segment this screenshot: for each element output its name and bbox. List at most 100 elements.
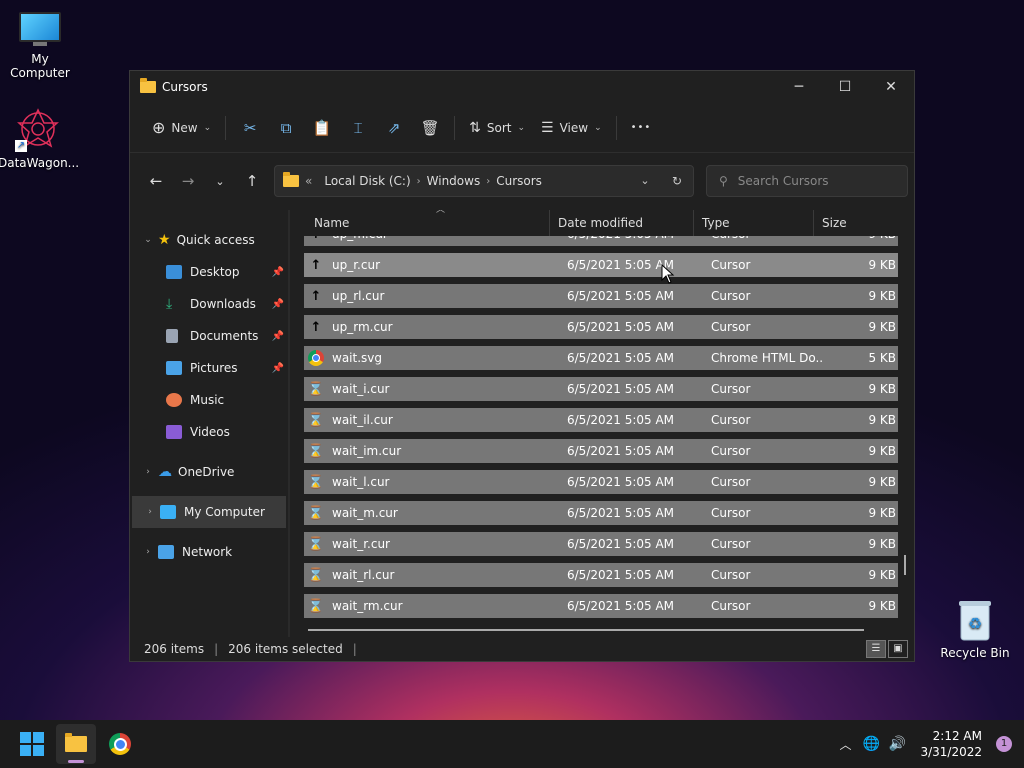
- table-row[interactable]: wait.svg 6/5/2021 5:05 AM Chrome HTML Do..…: [304, 346, 898, 370]
- search-input[interactable]: [737, 174, 888, 188]
- desktop-icon-datawagon[interactable]: ↗ DataWagon...: [0, 106, 79, 170]
- nav-item-documents[interactable]: Documents 📌: [130, 320, 288, 352]
- clock[interactable]: 2:12 AM 3/31/2022: [920, 728, 982, 760]
- taskbar-chrome[interactable]: [100, 724, 140, 764]
- music-icon: [166, 393, 182, 407]
- nav-item-videos[interactable]: Videos: [130, 416, 288, 448]
- cell-name: ⌛ wait_l.cur: [304, 474, 562, 490]
- nav-label: Videos: [190, 425, 230, 439]
- nav-item-music[interactable]: Music: [130, 384, 288, 416]
- table-row[interactable]: ↑ up_rm.cur 6/5/2021 5:05 AM Cursor 9 KB: [304, 315, 898, 339]
- table-row[interactable]: ⌛ wait_il.cur 6/5/2021 5:05 AM Cursor 9 KB: [304, 408, 898, 432]
- table-row[interactable]: ↑ up_rl.cur 6/5/2021 5:05 AM Cursor 9 KB: [304, 284, 898, 308]
- table-row[interactable]: ⌛ wait_m.cur 6/5/2021 5:05 AM Cursor 9 KB: [304, 501, 898, 525]
- table-row[interactable]: ⌛ wait_r.cur 6/5/2021 5:05 AM Cursor 9 KB: [304, 532, 898, 556]
- address-bar[interactable]: « Local Disk (C:) › Windows › Cursors ⌄ …: [274, 165, 694, 197]
- nav-my-computer[interactable]: › My Computer: [132, 496, 286, 528]
- table-row[interactable]: ↑ up_m.cur 6/5/2021 5:05 AMCursor9 KB: [304, 236, 898, 246]
- desktop-icon-recycle-bin[interactable]: ♻ Recycle Bin: [935, 598, 1015, 660]
- refresh-button[interactable]: ↻: [661, 174, 693, 188]
- system-tray: ︿ 🌐 🔊 2:12 AM 3/31/2022 1: [832, 720, 1024, 768]
- table-row[interactable]: ↑ up_r.cur 6/5/2021 5:05 AM Cursor 9 KB: [304, 253, 898, 277]
- forward-button[interactable]: →: [172, 165, 204, 197]
- column-header-type[interactable]: Type: [694, 210, 814, 236]
- rename-icon[interactable]: ⌶: [340, 112, 376, 144]
- title-bar[interactable]: Cursors ─ ☐ ✕: [130, 71, 914, 103]
- new-button[interactable]: ⊕ New ⌄: [144, 112, 219, 144]
- file-list: Name Date modified Type Size ︿ ↑ up_m.cur…: [290, 210, 914, 637]
- desktop-icon: [166, 265, 182, 279]
- maximize-button[interactable]: ☐: [822, 71, 868, 103]
- cell-name: ⌛ wait_rm.cur: [304, 598, 562, 614]
- nav-onedrive[interactable]: › ☁ OneDrive: [130, 456, 288, 488]
- cell-date: 6/5/2021 5:05 AM: [567, 506, 675, 520]
- nav-item-downloads[interactable]: ⤓ Downloads 📌: [130, 288, 288, 320]
- sort-button[interactable]: ⇅ Sort ⌄: [461, 112, 533, 144]
- cell-type: Cursor: [711, 320, 751, 334]
- details-view-button[interactable]: ☰: [866, 640, 886, 658]
- nav-label: Music: [190, 393, 225, 407]
- status-divider: |: [214, 642, 219, 656]
- star-icon: ★: [158, 232, 171, 248]
- nav-network[interactable]: › Network: [130, 536, 288, 568]
- notification-badge[interactable]: 1: [996, 736, 1012, 752]
- folder-icon: [140, 78, 156, 93]
- close-button[interactable]: ✕: [868, 71, 914, 103]
- up-arrow-cursor-icon: ↑: [310, 288, 322, 304]
- globe-icon[interactable]: 🌐: [858, 736, 884, 752]
- delete-icon[interactable]: 🗑: [412, 112, 448, 144]
- cell-type: Cursor: [706, 236, 824, 241]
- copy-icon[interactable]: ⧉: [268, 112, 304, 144]
- table-row[interactable]: ⌛ wait_i.cur 6/5/2021 5:05 AM Cursor 9 KB: [304, 377, 898, 401]
- volume-icon[interactable]: 🔊: [884, 736, 910, 752]
- breadcrumb-windows[interactable]: Windows: [427, 174, 481, 188]
- picture-icon: [166, 361, 182, 375]
- breadcrumb-overflow[interactable]: «: [305, 174, 312, 188]
- cut-icon[interactable]: ✂: [232, 112, 268, 144]
- back-button[interactable]: ←: [140, 165, 172, 197]
- cell-size: 9 KB: [868, 320, 896, 334]
- taskbar-file-explorer[interactable]: [56, 724, 96, 764]
- recent-locations-button[interactable]: ⌄: [204, 165, 236, 197]
- show-hidden-icons-button[interactable]: ︿: [832, 736, 858, 753]
- vertical-scrollbar[interactable]: [904, 555, 906, 575]
- up-button[interactable]: ↑: [236, 165, 268, 197]
- table-row[interactable]: ⌛ wait_rm.cur 6/5/2021 5:05 AM Cursor 9 KB: [304, 594, 898, 618]
- table-row[interactable]: ⌛ wait_rl.cur 6/5/2021 5:05 AM Cursor 9 KB: [304, 563, 898, 587]
- column-header-date[interactable]: Date modified: [550, 210, 694, 236]
- file-name: wait_il.cur: [332, 413, 393, 427]
- horizontal-scrollbar[interactable]: [308, 629, 864, 631]
- nav-item-desktop[interactable]: Desktop 📌: [130, 256, 288, 288]
- busy-cursor-icon: ⌛: [307, 567, 325, 583]
- breadcrumb-cursors[interactable]: Cursors: [496, 174, 542, 188]
- cell-date: 6/5/2021 5:05 AM: [567, 475, 675, 489]
- network-icon: [158, 545, 174, 559]
- address-history-button[interactable]: ⌄: [629, 174, 661, 188]
- breadcrumb-local-disk[interactable]: Local Disk (C:): [324, 174, 410, 188]
- search-box[interactable]: ⚲: [706, 165, 908, 197]
- file-name: wait_r.cur: [332, 537, 390, 551]
- more-options-button[interactable]: •••: [623, 112, 660, 144]
- taskbar: ︿ 🌐 🔊 2:12 AM 3/31/2022 1: [0, 720, 1024, 768]
- cell-name: ↑ up_rl.cur: [304, 288, 562, 304]
- paste-icon[interactable]: 📋: [304, 112, 340, 144]
- navigation-pane: ⌄ ★ Quick access Desktop 📌 ⤓ Downloads 📌…: [130, 210, 288, 637]
- table-row[interactable]: ⌛ wait_im.cur 6/5/2021 5:05 AM Cursor 9 KB: [304, 439, 898, 463]
- minimize-button[interactable]: ─: [776, 71, 822, 103]
- nav-quick-access[interactable]: ⌄ ★ Quick access: [130, 224, 288, 256]
- chrome-icon: [109, 733, 131, 755]
- cell-size: 9 KB: [824, 236, 898, 241]
- share-icon[interactable]: ⇗: [376, 112, 412, 144]
- start-button[interactable]: [12, 724, 52, 764]
- tiles-view-button[interactable]: ▣: [888, 640, 908, 658]
- desktop-icon-label: Recycle Bin: [940, 646, 1010, 660]
- column-header-size[interactable]: Size: [814, 210, 884, 236]
- cell-date: 6/5/2021 5:05 AM: [567, 351, 675, 365]
- table-row[interactable]: ⌛ wait_l.cur 6/5/2021 5:05 AM Cursor 9 KB: [304, 470, 898, 494]
- view-button[interactable]: ☰ View ⌄: [533, 112, 610, 144]
- cell-name: ⌛ wait_il.cur: [304, 412, 562, 428]
- cell-size: 9 KB: [868, 475, 896, 489]
- column-header-name[interactable]: Name: [306, 210, 550, 236]
- desktop-icon-my-computer[interactable]: My Computer: [0, 12, 80, 80]
- nav-item-pictures[interactable]: Pictures 📌: [130, 352, 288, 384]
